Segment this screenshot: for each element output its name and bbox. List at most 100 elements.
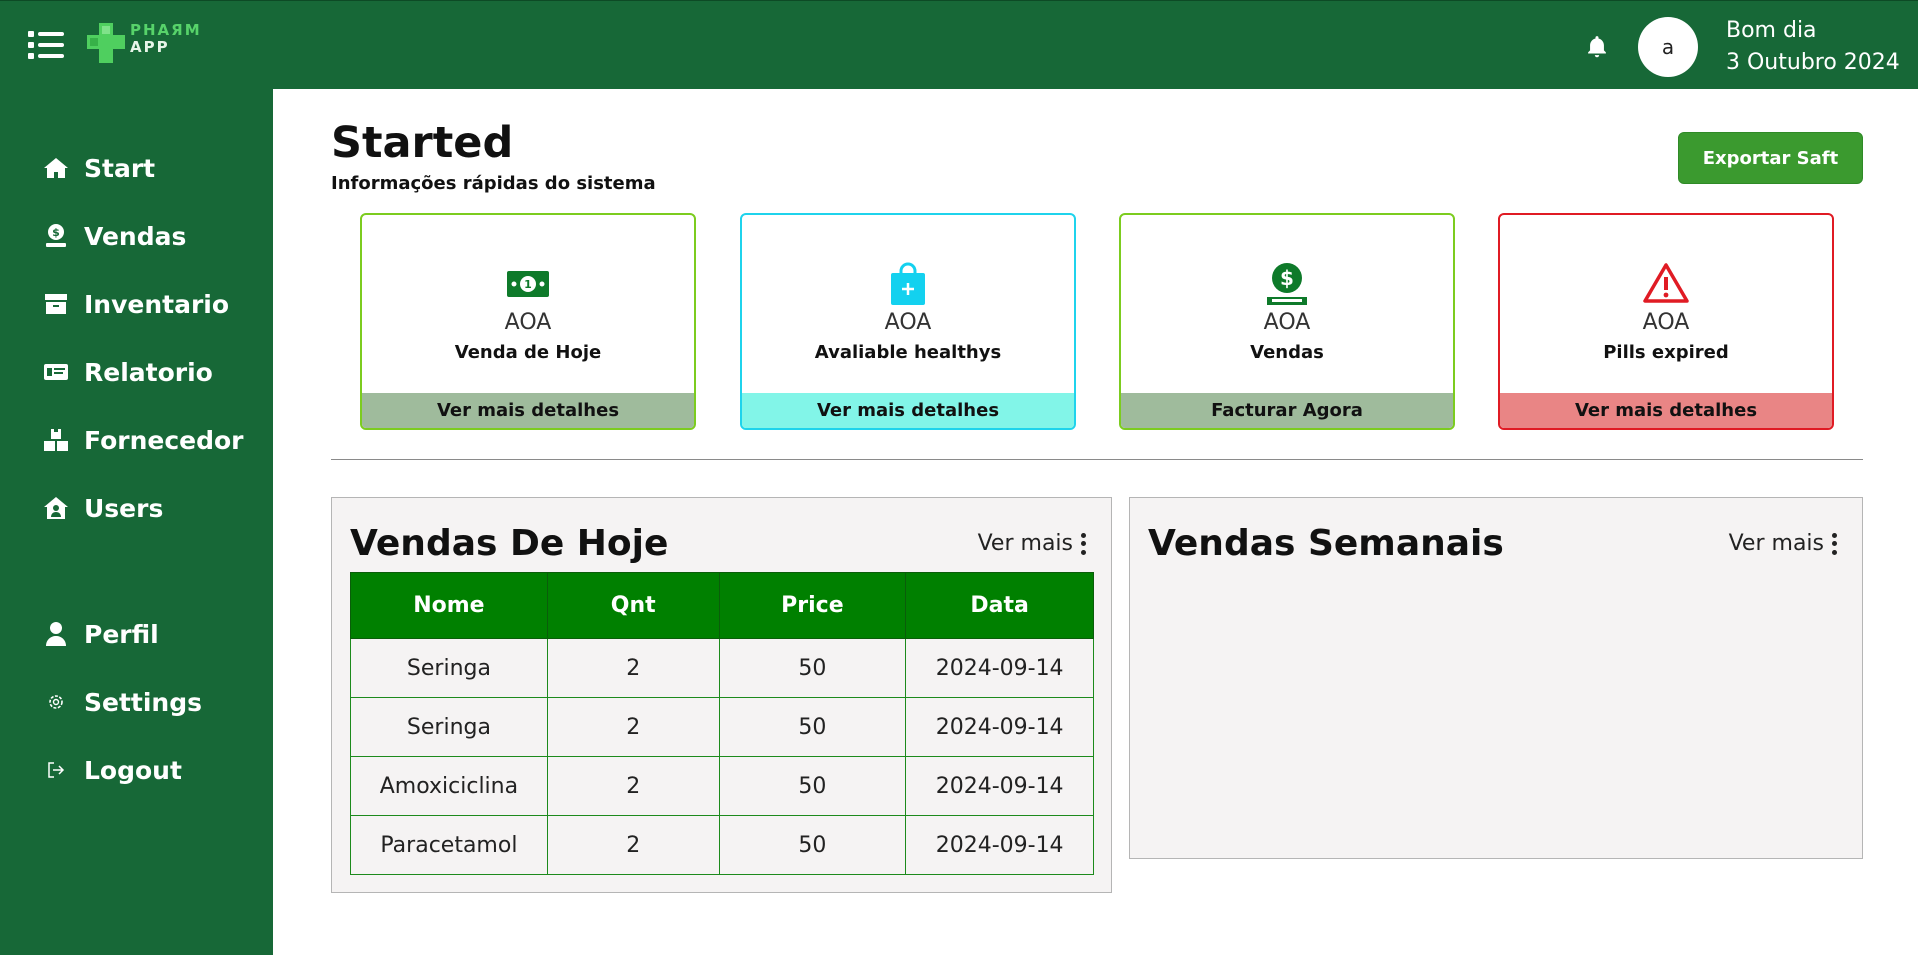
current-date: 3 Outubro 2024 [1726, 50, 1900, 75]
sidebar-item-logout[interactable]: Logout [42, 750, 182, 790]
app-logo[interactable]: PHAЯM APP [86, 21, 206, 69]
cell-price: 50 [718, 638, 907, 698]
table-row[interactable]: Seringa 2 50 2024-09-14 [350, 638, 1094, 698]
bag-plus-icon [891, 262, 925, 305]
sidebar-item-vendas[interactable]: $ Vendas [42, 216, 186, 256]
cell-date: 2024-09-14 [905, 815, 1094, 875]
card-label: Pills expired [1603, 342, 1729, 363]
sidebar-item-settings[interactable]: Settings [42, 682, 202, 722]
sidebar-item-fornecedor[interactable]: Fornecedor [42, 420, 244, 460]
kebab-menu-icon [1081, 532, 1087, 555]
export-saft-button[interactable]: Exportar Saft [1678, 132, 1863, 184]
card-venda-hoje: 1 AOA Venda de Hoje Ver mais detalhes [360, 213, 696, 430]
sidebar-item-perfil[interactable]: Perfil [42, 614, 159, 654]
today-sales-table: Nome Qnt Price Data Seringa 2 50 2024-09… [350, 572, 1094, 875]
card-currency: AOA [504, 310, 552, 335]
money-icon: 1 [507, 271, 549, 297]
panel-title: Vendas Semanais [1148, 523, 1504, 564]
bell-icon[interactable] [1584, 34, 1610, 60]
warning-icon [1643, 263, 1689, 303]
sidebar-item-relatorio[interactable]: Relatorio [42, 352, 213, 392]
sidebar-item-label: Relatorio [84, 357, 213, 387]
table-row[interactable]: Amoxiciclina 2 50 2024-09-14 [350, 756, 1094, 816]
card-currency: AOA [884, 310, 932, 335]
see-more-label: Ver mais [1728, 531, 1824, 556]
report-icon [42, 358, 70, 386]
sidebar-item-inventario[interactable]: Inventario [42, 284, 229, 324]
cell-date: 2024-09-14 [905, 756, 1094, 816]
cell-qty: 2 [546, 697, 720, 757]
sales-icon: $ [42, 222, 70, 250]
sidebar: Start $ Vendas Inventario Relatorio Forn… [0, 89, 273, 955]
cell-price: 50 [718, 756, 907, 816]
cell-qty: 2 [546, 756, 720, 816]
sidebar-item-label: Fornecedor [84, 425, 244, 455]
card-footer-link[interactable]: Ver mais detalhes [1500, 393, 1832, 428]
cell-price: 50 [718, 815, 907, 875]
card-currency: AOA [1642, 310, 1690, 335]
table-header-row: Nome Qnt Price Data [350, 572, 1094, 639]
logout-icon [42, 756, 70, 784]
card-label: Vendas [1250, 342, 1324, 363]
page-title: Started [331, 118, 514, 168]
weekly-sales-panel: Vendas Semanais Ver mais [1129, 497, 1863, 859]
cell-name: Paracetamol [350, 815, 548, 875]
gear-icon [42, 688, 70, 716]
sidebar-item-label: Inventario [84, 289, 230, 319]
page-subtitle: Informações rápidas do sistema [331, 173, 656, 194]
top-bar: PHAЯM APP a Bom dia 3 Outubro 2024 [0, 0, 1918, 89]
card-currency: AOA [1263, 310, 1311, 335]
cell-qty: 2 [546, 638, 720, 698]
kebab-menu-icon [1832, 532, 1838, 555]
menu-icon[interactable] [28, 31, 64, 59]
see-more-link[interactable]: Ver mais [978, 531, 1087, 556]
card-label: Avaliable healthys [814, 342, 1002, 363]
card-footer-link[interactable]: Ver mais detalhes [742, 393, 1074, 428]
sidebar-item-label: Logout [84, 755, 182, 785]
sidebar-item-label: Start [84, 153, 156, 183]
column-header[interactable]: Data [905, 572, 1094, 639]
table-row[interactable]: Paracetamol 2 50 2024-09-14 [350, 815, 1094, 875]
cell-name: Seringa [350, 697, 548, 757]
see-more-label: Ver mais [977, 531, 1073, 556]
svg-text:$: $ [1280, 266, 1294, 290]
column-header[interactable]: Price [718, 572, 907, 639]
panel-title: Vendas De Hoje [350, 523, 669, 564]
dollar-coin-icon: $ [1267, 263, 1307, 305]
column-header[interactable]: Qnt [546, 572, 720, 639]
sidebar-item-label: Users [84, 493, 164, 523]
cell-price: 50 [718, 697, 907, 757]
sidebar-item-label: Perfil [84, 619, 159, 649]
card-footer-link[interactable]: Ver mais detalhes [362, 393, 694, 428]
column-header[interactable]: Nome [350, 572, 548, 639]
logo-text-bottom: APP [130, 38, 170, 56]
avatar[interactable]: a [1638, 17, 1698, 77]
logo-cross-icon [87, 23, 125, 63]
archive-icon [42, 290, 70, 318]
cell-name: Amoxiciclina [350, 756, 548, 816]
card-vendas: $ AOA Vendas Facturar Agora [1119, 213, 1455, 430]
cell-qty: 2 [546, 815, 720, 875]
svg-text:1: 1 [524, 278, 532, 291]
logo-text-top: PHAЯM [130, 21, 202, 39]
card-available-healthys: AOA Avaliable healthys Ver mais detalhes [740, 213, 1076, 430]
today-sales-panel: Vendas De Hoje Ver mais Nome Qnt Price D… [331, 497, 1112, 893]
cell-date: 2024-09-14 [905, 697, 1094, 757]
card-pills-expired: AOA Pills expired Ver mais detalhes [1498, 213, 1834, 430]
cell-date: 2024-09-14 [905, 638, 1094, 698]
boxes-icon [42, 426, 70, 454]
user-icon [42, 620, 70, 648]
sidebar-item-label: Settings [84, 687, 203, 717]
sidebar-item-label: Vendas [84, 221, 187, 251]
greeting-text: Bom dia [1726, 18, 1817, 43]
sidebar-item-start[interactable]: Start [42, 148, 155, 188]
greeting: Bom dia 3 Outubro 2024 [1726, 15, 1900, 79]
users-house-icon [42, 494, 70, 522]
svg-text:$: $ [52, 226, 60, 239]
card-footer-link[interactable]: Facturar Agora [1121, 393, 1453, 428]
table-row[interactable]: Seringa 2 50 2024-09-14 [350, 697, 1094, 757]
home-icon [42, 154, 70, 182]
see-more-link[interactable]: Ver mais [1729, 531, 1838, 556]
sidebar-item-users[interactable]: Users [42, 488, 163, 528]
card-label: Venda de Hoje [454, 342, 602, 363]
